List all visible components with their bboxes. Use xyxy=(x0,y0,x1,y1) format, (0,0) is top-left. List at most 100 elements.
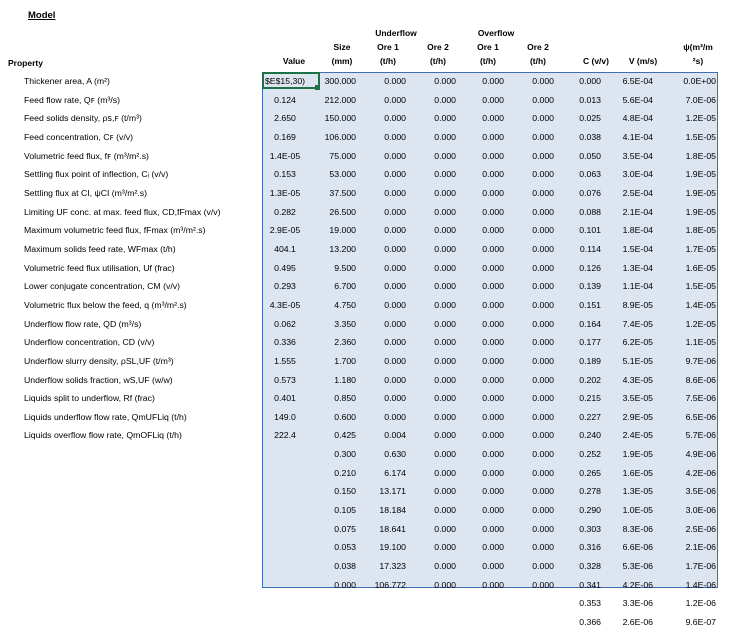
psi-cell[interactable]: 4.2E-06 xyxy=(662,464,716,483)
c-cell[interactable]: 0.013 xyxy=(568,91,601,110)
psi-cell[interactable]: 1.8E-05 xyxy=(662,221,716,240)
size-cell[interactable]: 53.000 xyxy=(322,165,356,184)
v-cell[interactable]: 1.5E-04 xyxy=(612,240,653,259)
uf-ore1-cell[interactable]: 0.000 xyxy=(370,203,406,222)
uf-ore2-cell[interactable]: 0.000 xyxy=(420,240,456,259)
uf-ore2-cell[interactable]: 0.000 xyxy=(420,128,456,147)
uf-ore1-cell[interactable]: 0.000 xyxy=(370,184,406,203)
uf-ore2-cell[interactable]: 0.000 xyxy=(420,333,456,352)
c-cell[interactable]: 0.290 xyxy=(568,501,601,520)
v-cell[interactable]: 1.8E-04 xyxy=(612,221,653,240)
uf-ore1-cell[interactable]: 0.000 xyxy=(370,333,406,352)
uf-ore1-cell[interactable]: 17.323 xyxy=(370,557,406,576)
psi-cell[interactable]: 1.9E-05 xyxy=(662,203,716,222)
of-ore1-cell[interactable]: 0.000 xyxy=(468,315,504,334)
v-cell[interactable]: 7.4E-05 xyxy=(612,315,653,334)
of-ore1-cell[interactable]: 0.000 xyxy=(468,296,504,315)
size-cell[interactable]: 106.000 xyxy=(322,128,356,147)
of-ore1-cell[interactable]: 0.000 xyxy=(468,72,504,91)
property-value[interactable]: 2.650 xyxy=(262,109,308,128)
property-value[interactable]: 0.062 xyxy=(262,315,308,334)
of-ore1-cell[interactable]: 0.000 xyxy=(468,426,504,445)
c-cell[interactable]: 0.076 xyxy=(568,184,601,203)
psi-cell[interactable]: 4.9E-06 xyxy=(662,445,716,464)
c-cell[interactable]: 0.227 xyxy=(568,408,601,427)
uf-ore1-cell[interactable]: 106.772 xyxy=(370,576,406,595)
size-cell[interactable]: 300.000 xyxy=(322,72,356,91)
uf-ore2-cell[interactable]: 0.000 xyxy=(420,315,456,334)
uf-ore2-cell[interactable]: 0.000 xyxy=(420,296,456,315)
of-ore2-cell[interactable]: 0.000 xyxy=(518,184,554,203)
size-cell[interactable]: 0.038 xyxy=(322,557,356,576)
psi-cell[interactable]: 2.1E-06 xyxy=(662,538,716,557)
v-cell[interactable]: 4.3E-05 xyxy=(612,371,653,390)
c-cell[interactable]: 0.126 xyxy=(568,259,601,278)
size-cell[interactable]: 0.600 xyxy=(322,408,356,427)
c-cell[interactable]: 0.366 xyxy=(568,613,601,632)
property-value[interactable]: 0.573 xyxy=(262,371,308,390)
property-value[interactable]: 222.4 xyxy=(262,426,308,445)
c-cell[interactable]: 0.164 xyxy=(568,315,601,334)
of-ore1-cell[interactable]: 0.000 xyxy=(468,464,504,483)
c-cell[interactable]: 0.000 xyxy=(568,72,601,91)
v-cell[interactable]: 3.3E-06 xyxy=(612,594,653,613)
of-ore1-cell[interactable]: 0.000 xyxy=(468,408,504,427)
psi-cell[interactable]: 1.9E-05 xyxy=(662,184,716,203)
v-cell[interactable]: 1.3E-05 xyxy=(612,482,653,501)
v-cell[interactable]: 1.0E-05 xyxy=(612,501,653,520)
of-ore2-cell[interactable]: 0.000 xyxy=(518,408,554,427)
v-cell[interactable]: 5.6E-04 xyxy=(612,91,653,110)
c-cell[interactable]: 0.278 xyxy=(568,482,601,501)
of-ore1-cell[interactable]: 0.000 xyxy=(468,352,504,371)
c-cell[interactable]: 0.139 xyxy=(568,277,601,296)
c-cell[interactable]: 0.038 xyxy=(568,128,601,147)
size-cell[interactable]: 0.105 xyxy=(322,501,356,520)
c-cell[interactable]: 0.328 xyxy=(568,557,601,576)
c-cell[interactable]: 0.202 xyxy=(568,371,601,390)
size-cell[interactable]: 9.500 xyxy=(322,259,356,278)
of-ore1-cell[interactable]: 0.000 xyxy=(468,482,504,501)
of-ore1-cell[interactable]: 0.000 xyxy=(468,277,504,296)
c-cell[interactable]: 0.050 xyxy=(568,147,601,166)
psi-cell[interactable]: 1.1E-05 xyxy=(662,333,716,352)
uf-ore2-cell[interactable]: 0.000 xyxy=(420,72,456,91)
psi-cell[interactable]: 1.2E-05 xyxy=(662,315,716,334)
of-ore2-cell[interactable]: 0.000 xyxy=(518,203,554,222)
uf-ore1-cell[interactable]: 0.000 xyxy=(370,221,406,240)
uf-ore2-cell[interactable]: 0.000 xyxy=(420,408,456,427)
property-value[interactable]: 0.495 xyxy=(262,259,308,278)
property-value[interactable]: 0.282 xyxy=(262,203,308,222)
psi-cell[interactable]: 1.8E-05 xyxy=(662,147,716,166)
c-cell[interactable]: 0.063 xyxy=(568,165,601,184)
uf-ore2-cell[interactable]: 0.000 xyxy=(420,445,456,464)
v-cell[interactable]: 2.4E-05 xyxy=(612,426,653,445)
size-cell[interactable]: 0.210 xyxy=(322,464,356,483)
property-value[interactable]: 149.0 xyxy=(262,408,308,427)
uf-ore2-cell[interactable]: 0.000 xyxy=(420,109,456,128)
v-cell[interactable]: 2.1E-04 xyxy=(612,203,653,222)
size-cell[interactable]: 0.300 xyxy=(322,445,356,464)
uf-ore1-cell[interactable]: 0.000 xyxy=(370,147,406,166)
psi-cell[interactable]: 1.2E-05 xyxy=(662,109,716,128)
psi-cell[interactable]: 3.5E-06 xyxy=(662,482,716,501)
uf-ore1-cell[interactable]: 13.171 xyxy=(370,482,406,501)
psi-cell[interactable]: 1.9E-05 xyxy=(662,165,716,184)
uf-ore2-cell[interactable]: 0.000 xyxy=(420,538,456,557)
property-value[interactable]: 0.124 xyxy=(262,91,308,110)
of-ore2-cell[interactable]: 0.000 xyxy=(518,91,554,110)
size-cell[interactable]: 0.075 xyxy=(322,520,356,539)
of-ore1-cell[interactable]: 0.000 xyxy=(468,184,504,203)
psi-cell[interactable]: 1.4E-06 xyxy=(662,576,716,595)
of-ore1-cell[interactable]: 0.000 xyxy=(468,333,504,352)
c-cell[interactable]: 0.215 xyxy=(568,389,601,408)
property-value[interactable]: 0.401 xyxy=(262,389,308,408)
psi-cell[interactable]: 0.0E+00 xyxy=(662,72,716,91)
uf-ore1-cell[interactable]: 18.184 xyxy=(370,501,406,520)
v-cell[interactable]: 1.6E-05 xyxy=(612,464,653,483)
size-cell[interactable]: 150.000 xyxy=(322,109,356,128)
of-ore2-cell[interactable]: 0.000 xyxy=(518,426,554,445)
v-cell[interactable]: 2.5E-04 xyxy=(612,184,653,203)
psi-cell[interactable]: 1.5E-05 xyxy=(662,277,716,296)
property-value[interactable]: 4.3E-05 xyxy=(262,296,308,315)
uf-ore1-cell[interactable]: 19.100 xyxy=(370,538,406,557)
